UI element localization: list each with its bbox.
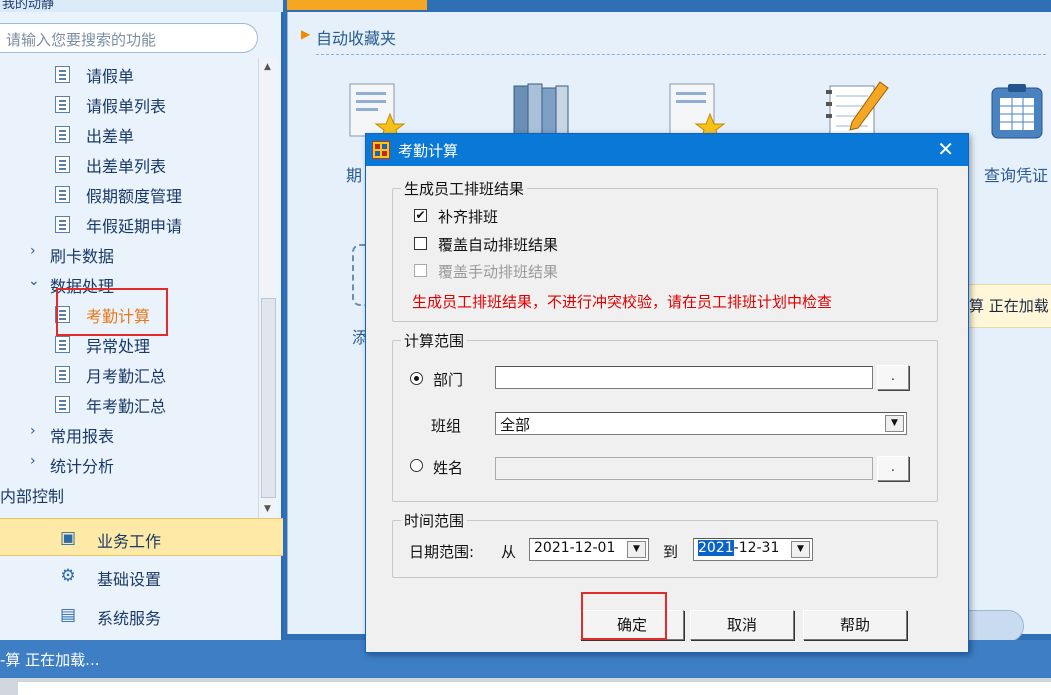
document-star-icon[interactable]	[346, 80, 406, 140]
left-sidebar: 我的动静 请输入您要搜索的功能 请假单 请假单列表 出差单 出差单列表 假期额度…	[0, 0, 283, 640]
dialog-title: 考勤计算	[398, 142, 459, 160]
tree-item-business-trip[interactable]: 出差单	[0, 120, 258, 148]
document-icon	[55, 336, 70, 353]
bottom-bar	[0, 678, 1051, 695]
books-icon[interactable]	[510, 80, 572, 140]
tile-label: 查询凭证	[984, 166, 1049, 185]
chevron-down-icon: ⌄	[28, 273, 40, 289]
document-icon	[55, 186, 70, 203]
override-manual-label: 覆盖手动排班结果	[438, 263, 559, 281]
cancel-button[interactable]: 取消	[690, 610, 794, 640]
search-placeholder: 请输入您要搜索的功能	[6, 31, 157, 49]
tree-group-card-data[interactable]: › 刷卡数据	[0, 240, 258, 268]
department-radio[interactable]	[410, 372, 423, 385]
from-label: 从	[501, 543, 517, 561]
department-input[interactable]	[495, 366, 873, 389]
override-auto-label: 覆盖自动排班结果	[438, 236, 559, 254]
status-text: -算 正在加载...	[0, 651, 100, 669]
chevron-right-icon: ›	[30, 243, 36, 259]
schedule-result-group: 生成员工排班结果 ✔ 补齐排班 覆盖自动排班结果 覆盖手动排班结果 生成员工排班…	[392, 178, 938, 322]
override-auto-checkbox[interactable]	[414, 237, 427, 250]
dropdown-arrow-icon[interactable]: ▼	[791, 541, 810, 558]
app-icon	[372, 141, 390, 159]
tool-pill-button[interactable]	[964, 610, 1024, 642]
triangle-right-icon: ▶	[301, 27, 311, 41]
tree-item-leave-quota[interactable]: 假期额度管理	[0, 180, 258, 208]
name-label: 姓名	[433, 459, 464, 477]
clipboard-table-icon[interactable]	[988, 82, 1048, 142]
department-label: 部门	[433, 371, 464, 389]
document-star-icon[interactable]	[666, 80, 726, 140]
document-icon	[55, 366, 70, 383]
tree-item-business-trip-list[interactable]: 出差单列表	[0, 150, 258, 178]
tree-item-monthly-summary[interactable]: 月考勤汇总	[0, 360, 258, 388]
divider	[316, 54, 1046, 55]
name-input[interactable]	[495, 457, 873, 480]
scrollbar-thumb[interactable]	[261, 298, 276, 498]
tree-item-leave-list[interactable]: 请假单列表	[0, 90, 258, 118]
chevron-right-icon: ›	[30, 453, 36, 469]
warning-text: 生成员工排班结果，不进行冲突校验，请在员工排班计划中检查	[412, 293, 833, 311]
group-title: 时间范围	[401, 510, 468, 531]
tree-item-yearly-summary[interactable]: 年考勤汇总	[0, 390, 258, 418]
close-icon[interactable]: ✕	[937, 137, 954, 161]
dialog-titlebar[interactable]: 考勤计算 ✕	[366, 134, 968, 166]
menu-basic-settings[interactable]: ⚙ 基础设置	[0, 557, 283, 595]
tree-group-common-reports[interactable]: › 常用报表	[0, 420, 258, 448]
document-icon	[55, 126, 70, 143]
name-browse-button[interactable]: .	[877, 456, 909, 481]
date-range-label: 日期范围:	[409, 543, 475, 561]
highlight-box	[581, 592, 667, 640]
menu-system-service[interactable]: ▤ 系统服务	[0, 596, 283, 634]
tree-root-internal-control[interactable]: 内部控制	[0, 480, 258, 508]
help-button[interactable]: 帮助	[803, 610, 907, 640]
time-range-group: 时间范围 日期范围: 从 2021-12-01 ▼ 到 2021-12-31 ▼	[392, 510, 938, 578]
loading-tooltip: 算 正在加载	[964, 284, 1051, 328]
dropdown-arrow-icon[interactable]: ▼	[885, 415, 904, 432]
favorites-title: 自动收藏夹	[316, 29, 397, 48]
active-tab-strip[interactable]	[287, 0, 427, 10]
highlight-box	[56, 288, 168, 336]
scroll-down-arrow-icon[interactable]: ▼	[264, 504, 271, 514]
org-chart-icon: ▣	[59, 528, 77, 548]
service-icon: ▤	[59, 605, 77, 625]
name-radio[interactable]	[410, 459, 423, 472]
group-title: 生成员工排班结果	[401, 178, 528, 199]
sidebar-header: 我的动静	[0, 0, 283, 12]
tree-item-leave-form[interactable]: 请假单	[0, 60, 258, 88]
calc-range-group: 计算范围 部门 . 班组 全部 ▼ 姓名 .	[392, 330, 938, 502]
tree-group-statistics[interactable]: › 统计分析	[0, 450, 258, 478]
fill-schedule-label: 补齐排班	[438, 208, 499, 226]
from-date-picker[interactable]: 2021-12-01 ▼	[529, 538, 649, 561]
team-select[interactable]: 全部 ▼	[495, 412, 907, 435]
document-icon	[55, 216, 70, 233]
sidebar-scrollbar[interactable]: ▲ ▼	[258, 58, 278, 518]
chevron-right-icon: ›	[30, 423, 36, 439]
dropdown-arrow-icon[interactable]: ▼	[627, 541, 646, 558]
document-icon	[55, 66, 70, 83]
scroll-up-arrow-icon[interactable]: ▲	[264, 62, 271, 72]
sidebar-header-title: 我的动静	[2, 0, 55, 12]
override-manual-checkbox	[414, 264, 427, 277]
document-icon	[55, 156, 70, 173]
team-label: 班组	[431, 417, 462, 435]
tile-label: 期	[346, 166, 363, 185]
to-date-picker[interactable]: 2021-12-31 ▼	[693, 538, 813, 561]
group-title: 计算范围	[401, 330, 468, 351]
tree-item-annual-leave-extension[interactable]: 年假延期申请	[0, 210, 258, 238]
document-icon	[55, 96, 70, 113]
document-icon	[55, 396, 70, 413]
function-search-input[interactable]: 请输入您要搜索的功能	[0, 23, 258, 53]
gear-icon: ⚙	[60, 566, 76, 586]
menu-business-work[interactable]: ▣ 业务工作	[0, 518, 283, 556]
attendance-calc-dialog: 考勤计算 ✕ 生成员工排班结果 ✔ 补齐排班 覆盖自动排班结果 覆盖手动排班结果…	[365, 133, 969, 653]
to-label: 到	[663, 543, 679, 561]
fill-schedule-checkbox[interactable]: ✔	[414, 209, 427, 222]
department-browse-button[interactable]: .	[877, 365, 909, 390]
